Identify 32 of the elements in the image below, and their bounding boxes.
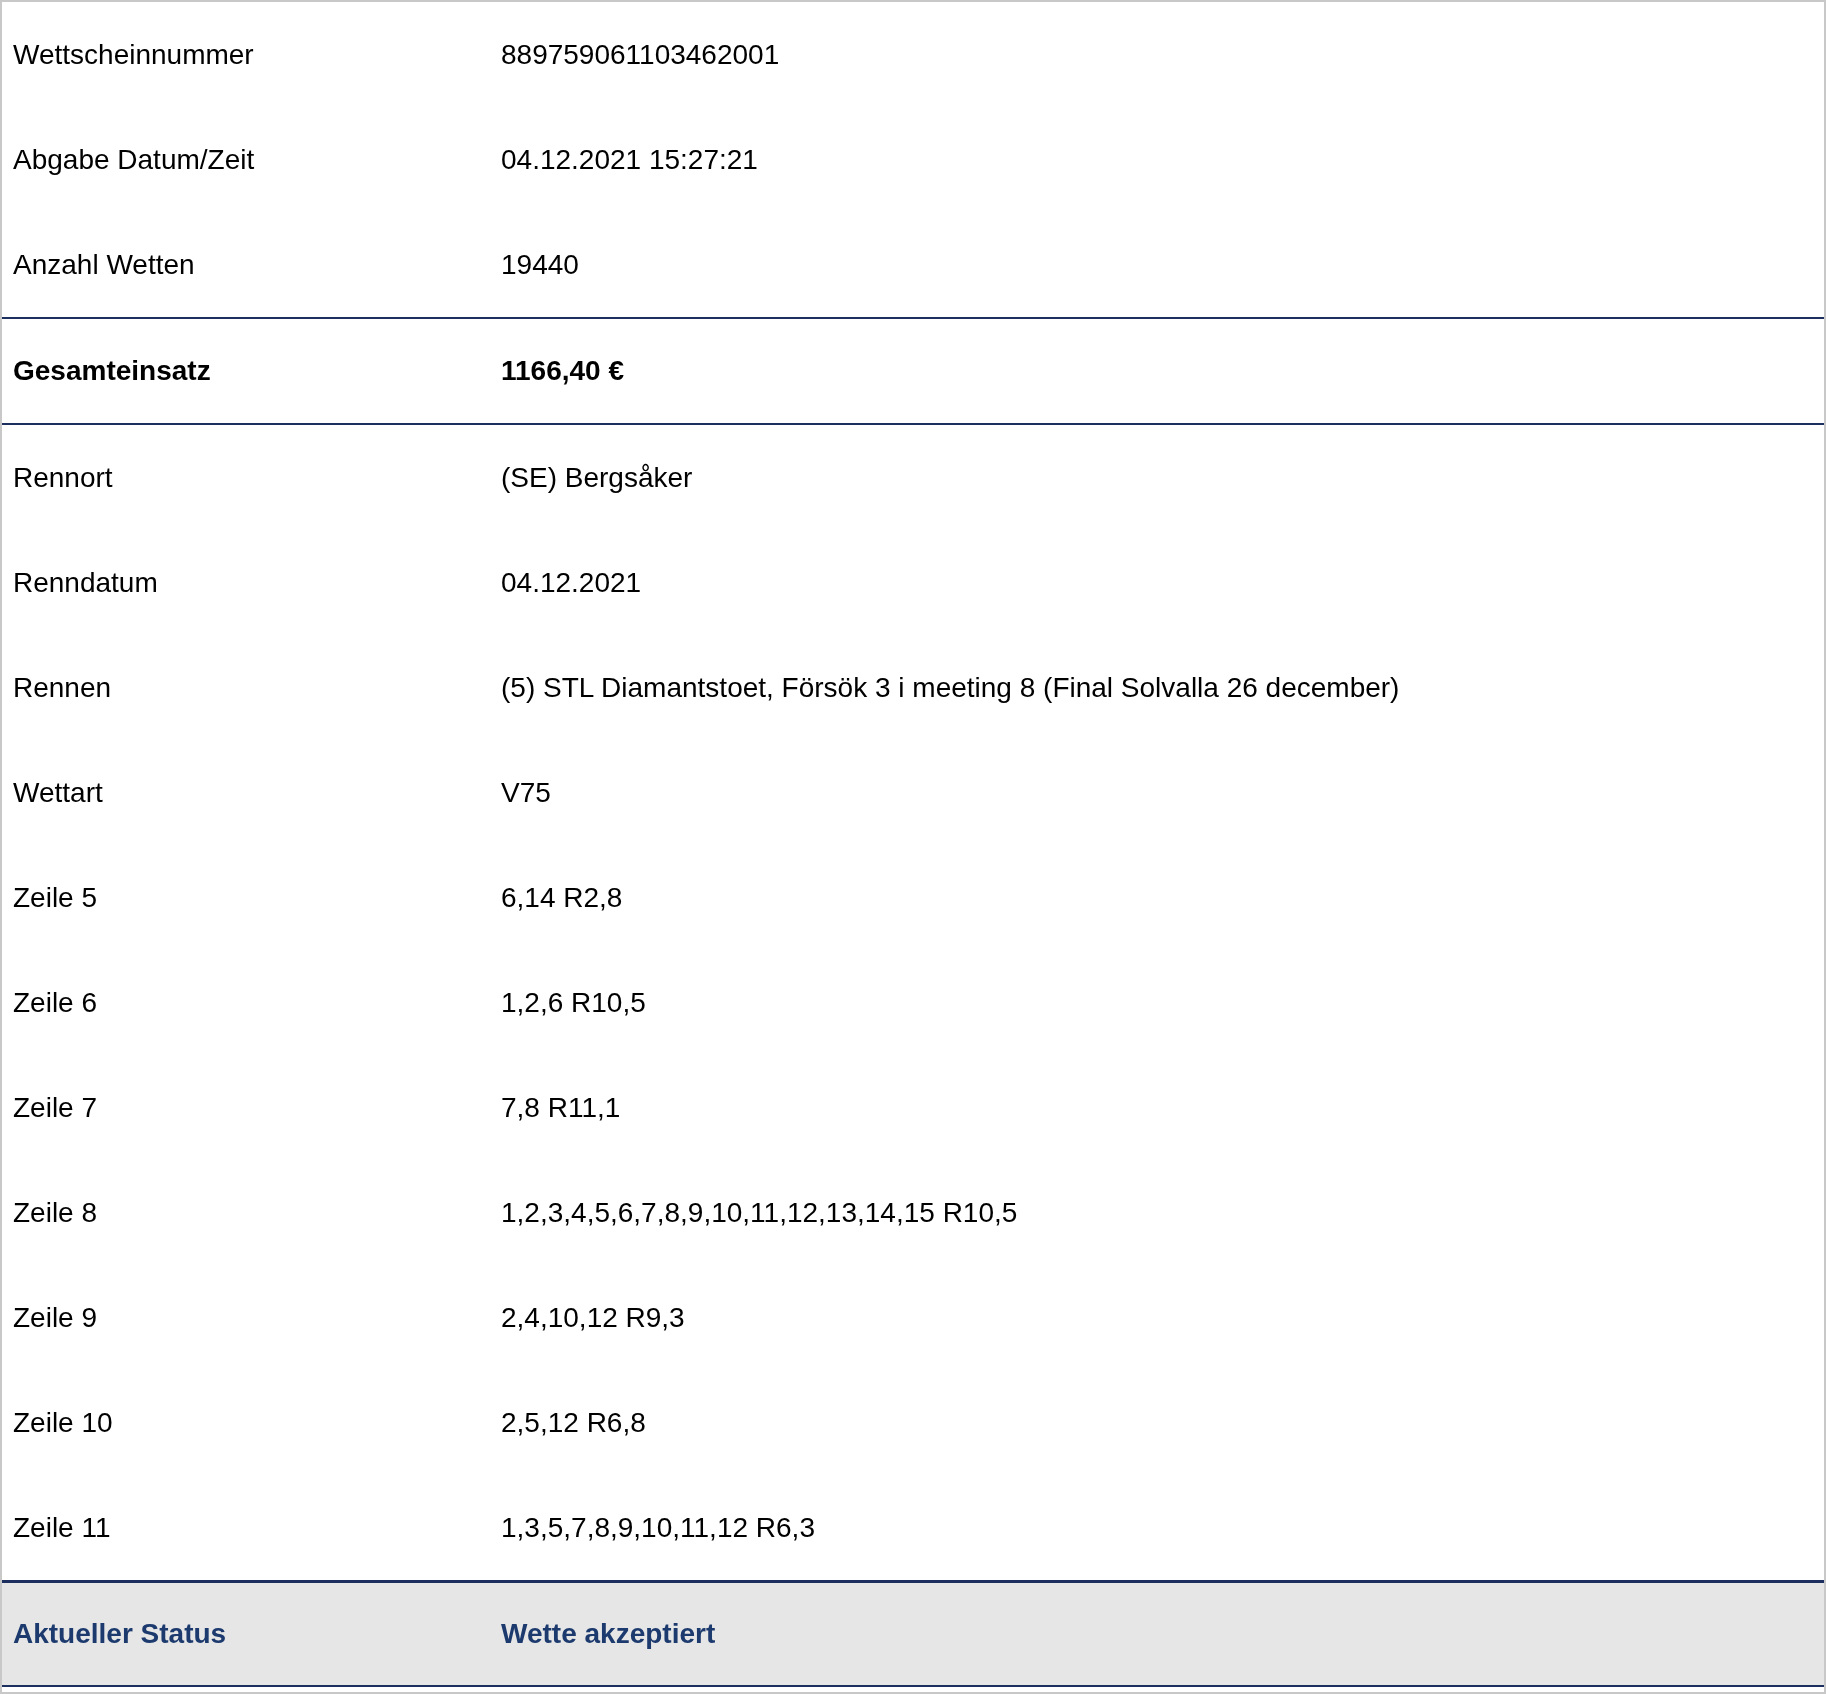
field-value: 889759061103462001 bbox=[501, 37, 780, 72]
field-value: Wette akzeptiert bbox=[501, 1617, 716, 1651]
field-value: (5) STL Diamantstoet, Försök 3 i meeting 8 (Final Solvalla 26 december) bbox=[501, 670, 1400, 705]
field-value: 2,5,12 R6,8 bbox=[501, 1405, 646, 1440]
field-label: Zeile 8 bbox=[12, 1195, 99, 1230]
field-value: 6,14 R2,8 bbox=[501, 880, 623, 915]
field-label: Rennen bbox=[12, 670, 113, 705]
field-value: 19440 bbox=[501, 247, 579, 282]
field-value: 1,2,3,4,5,6,7,8,9,10,11,12,13,14,15 R10,5 bbox=[501, 1195, 1018, 1230]
field-label: Renndatum bbox=[12, 565, 159, 600]
field-value: 7,8 R11,1 bbox=[501, 1090, 621, 1125]
field-value: 1,2,6 R10,5 bbox=[501, 985, 646, 1020]
field-value: (SE) Bergsåker bbox=[501, 460, 693, 495]
field-label: Abgabe Datum/Zeit bbox=[12, 142, 256, 177]
field-label: Wettart bbox=[12, 775, 104, 810]
field-label: Zeile 11 bbox=[12, 1510, 112, 1545]
field-label: Rennort bbox=[12, 460, 114, 495]
field-value: 2,4,10,12 R9,3 bbox=[501, 1300, 685, 1335]
field-label: Aktueller Status bbox=[12, 1617, 228, 1651]
field-value: V75 bbox=[501, 775, 551, 810]
field-label: Zeile 5 bbox=[12, 880, 99, 915]
field-label: Zeile 6 bbox=[12, 985, 99, 1020]
field-label: Zeile 7 bbox=[12, 1090, 99, 1125]
field-value: 04.12.2021 15:27:21 bbox=[501, 142, 758, 177]
field-label: Anzahl Wetten bbox=[12, 247, 196, 282]
field-value: 1166,40 € bbox=[501, 354, 625, 388]
field-label: Zeile 10 bbox=[12, 1405, 114, 1440]
field-value: 04.12.2021 bbox=[501, 565, 642, 600]
field-label: Zeile 9 bbox=[12, 1300, 99, 1335]
field-label: Gesamteinsatz bbox=[12, 354, 212, 388]
field-label: Wettscheinnummer bbox=[12, 37, 255, 72]
field-value: 1,3,5,7,8,9,10,11,12 R6,3 bbox=[501, 1510, 815, 1545]
